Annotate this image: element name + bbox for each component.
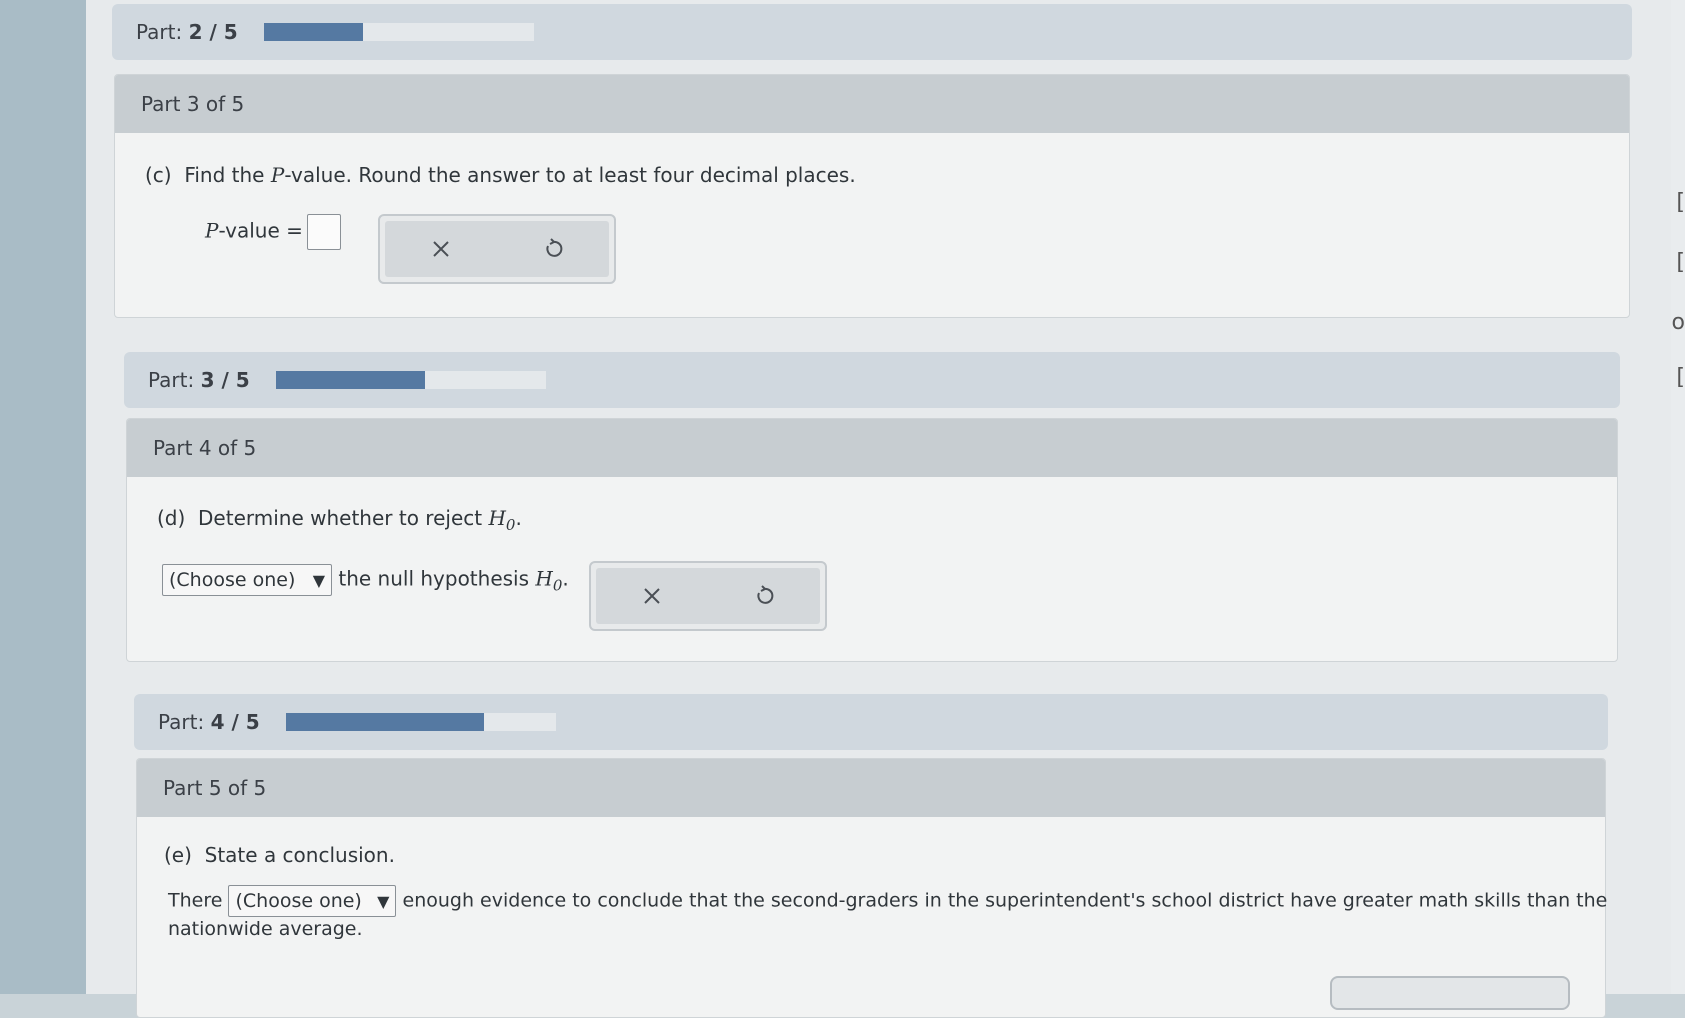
clear-button[interactable] — [411, 227, 471, 271]
p-value-input[interactable] — [306, 214, 341, 250]
progress-fill — [275, 371, 425, 389]
part-card: Part 4 of 5 — [126, 418, 1618, 662]
left-margin — [0, 0, 86, 994]
progress-label: Part: 3 / 5 — [148, 368, 250, 392]
answer-tools — [378, 214, 616, 284]
close-icon — [644, 588, 660, 604]
progress-label: Part: 2 / 5 — [136, 20, 238, 44]
progress-banner: Part: 4 / 5 — [134, 694, 1608, 750]
progress-banner: Part: 2 / 5 — [112, 4, 1632, 60]
undo-icon — [546, 238, 563, 257]
dropdown-arrow-icon: ▼ — [312, 570, 325, 590]
side-tool-icon[interactable]: [ — [1671, 190, 1685, 215]
reject-select[interactable]: (Choose one) ▼ — [162, 564, 332, 596]
right-side-strip — [1671, 0, 1685, 994]
question-text: (e) State a conclusion. — [164, 843, 395, 867]
side-tool-icon[interactable]: [ — [1671, 365, 1685, 390]
close-icon — [433, 241, 449, 257]
conclusion-row: There (Choose one) ▼ enough evidence to c… — [168, 885, 1607, 917]
progress-bar — [263, 23, 534, 41]
undo-icon — [757, 585, 774, 604]
progress-fill — [285, 713, 485, 731]
part-header: Part 4 of 5 — [127, 419, 1617, 477]
conclusion-continuation: nationwide average. — [168, 918, 363, 940]
clear-button[interactable] — [622, 574, 682, 618]
answer-row: (Choose one) ▼ the null hypothesis H0. — [162, 564, 569, 596]
part-card: Part 3 of 5 — [114, 74, 1630, 318]
check-button[interactable] — [1330, 976, 1570, 1010]
undo-button[interactable] — [734, 574, 794, 618]
conclusion-select[interactable]: (Choose one) ▼ — [228, 885, 397, 917]
progress-fill — [263, 23, 364, 41]
undo-button[interactable] — [523, 227, 583, 271]
progress-banner: Part: 3 / 5 — [124, 352, 1620, 408]
answer-tools — [589, 561, 827, 631]
answer-label: -value = — [218, 218, 303, 243]
side-tool-icon[interactable]: [ — [1671, 250, 1685, 275]
part-header: Part 3 of 5 — [115, 75, 1629, 133]
answer-row: P-value = — [205, 214, 341, 250]
dropdown-arrow-icon: ▼ — [377, 891, 390, 911]
question-text: (d) Determine whether to reject H0. — [157, 506, 522, 534]
part-header: Part 5 of 5 — [137, 759, 1605, 817]
question-text: (c) Find the P-value. Round the answer t… — [145, 163, 856, 187]
progress-label: Part: 4 / 5 — [158, 710, 260, 734]
progress-bar — [275, 371, 546, 389]
progress-bar — [285, 713, 556, 731]
side-tool-icon[interactable]: o — [1671, 310, 1685, 335]
